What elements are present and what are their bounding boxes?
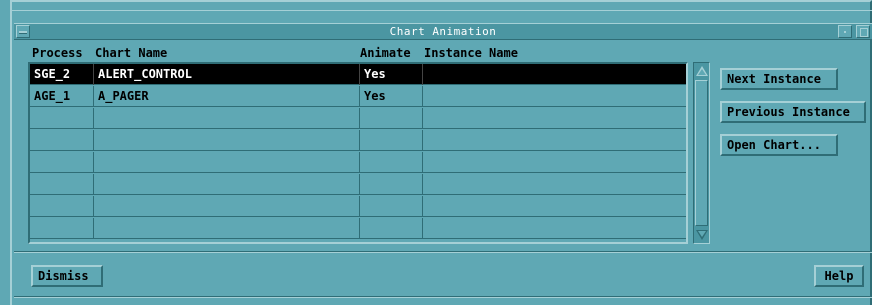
cell-chart-name[interactable] bbox=[94, 174, 360, 195]
previous-instance-button[interactable]: Previous Instance bbox=[720, 101, 866, 123]
cell-chart-name[interactable] bbox=[94, 196, 360, 217]
cell-chart-name[interactable] bbox=[94, 108, 360, 129]
table-row[interactable] bbox=[30, 174, 686, 195]
dismiss-button[interactable]: Dismiss bbox=[31, 265, 103, 287]
cell-process[interactable] bbox=[30, 196, 94, 217]
table-row[interactable]: SGE_2 ALERT_CONTROL Yes bbox=[30, 64, 686, 85]
table-row[interactable] bbox=[30, 152, 686, 173]
column-header-process: Process bbox=[32, 46, 83, 60]
chart-animation-window: Chart Animation Process Chart Name Anima… bbox=[0, 0, 872, 305]
column-header-animate: Animate bbox=[360, 46, 411, 60]
scrollbar-thumb[interactable] bbox=[695, 80, 708, 226]
window-bottom-edge bbox=[14, 296, 872, 298]
cell-animate[interactable] bbox=[360, 108, 423, 129]
maximize-icon[interactable] bbox=[856, 25, 870, 38]
cell-chart-name[interactable] bbox=[94, 218, 360, 239]
chart-instance-table[interactable]: SGE_2 ALERT_CONTROL Yes AGE_1 A_PAGER Yes bbox=[28, 62, 688, 244]
window-top-edge bbox=[10, 10, 872, 11]
cell-animate[interactable] bbox=[360, 130, 423, 151]
cell-process[interactable] bbox=[30, 108, 94, 129]
minimize-icon[interactable] bbox=[838, 25, 852, 38]
cell-animate[interactable] bbox=[360, 218, 423, 239]
table-row[interactable] bbox=[30, 218, 686, 239]
cell-process[interactable] bbox=[30, 152, 94, 173]
cell-animate[interactable] bbox=[360, 196, 423, 217]
cell-process[interactable]: AGE_1 bbox=[30, 86, 94, 107]
cell-instance-name[interactable] bbox=[423, 64, 686, 85]
cell-chart-name[interactable]: ALERT_CONTROL bbox=[94, 64, 360, 85]
cell-process[interactable] bbox=[30, 174, 94, 195]
scroll-up-arrow-icon[interactable] bbox=[695, 64, 708, 78]
cell-animate[interactable]: Yes bbox=[360, 86, 423, 107]
cell-process[interactable] bbox=[30, 130, 94, 151]
table-row[interactable]: AGE_1 A_PAGER Yes bbox=[30, 86, 686, 107]
help-button[interactable]: Help bbox=[814, 265, 864, 287]
title-bar[interactable]: Chart Animation bbox=[14, 23, 872, 40]
table-row[interactable] bbox=[30, 130, 686, 151]
cell-instance-name[interactable] bbox=[423, 196, 686, 217]
cell-instance-name[interactable] bbox=[423, 86, 686, 107]
table-row[interactable] bbox=[30, 108, 686, 129]
column-header-chart-name: Chart Name bbox=[95, 46, 168, 60]
cell-instance-name[interactable] bbox=[423, 130, 686, 151]
cell-animate[interactable] bbox=[360, 152, 423, 173]
open-chart-button[interactable]: Open Chart... bbox=[720, 134, 838, 156]
cell-chart-name[interactable] bbox=[94, 130, 360, 151]
table-row[interactable] bbox=[30, 196, 686, 217]
cell-instance-name[interactable] bbox=[423, 152, 686, 173]
cell-chart-name[interactable]: A_PAGER bbox=[94, 86, 360, 107]
button-area-divider bbox=[14, 251, 872, 253]
cell-instance-name[interactable] bbox=[423, 218, 686, 239]
scroll-down-arrow-icon[interactable] bbox=[695, 228, 708, 242]
cell-instance-name[interactable] bbox=[423, 108, 686, 129]
table-scrollbar[interactable] bbox=[693, 62, 710, 244]
cell-process[interactable] bbox=[30, 218, 94, 239]
next-instance-button[interactable]: Next Instance bbox=[720, 68, 838, 90]
cell-process[interactable]: SGE_2 bbox=[30, 64, 94, 85]
column-header-instance-name: Instance Name bbox=[424, 46, 518, 60]
cell-instance-name[interactable] bbox=[423, 174, 686, 195]
cell-chart-name[interactable] bbox=[94, 152, 360, 173]
cell-animate[interactable]: Yes bbox=[360, 64, 423, 85]
window-title: Chart Animation bbox=[389, 25, 497, 38]
cell-animate[interactable] bbox=[360, 174, 423, 195]
